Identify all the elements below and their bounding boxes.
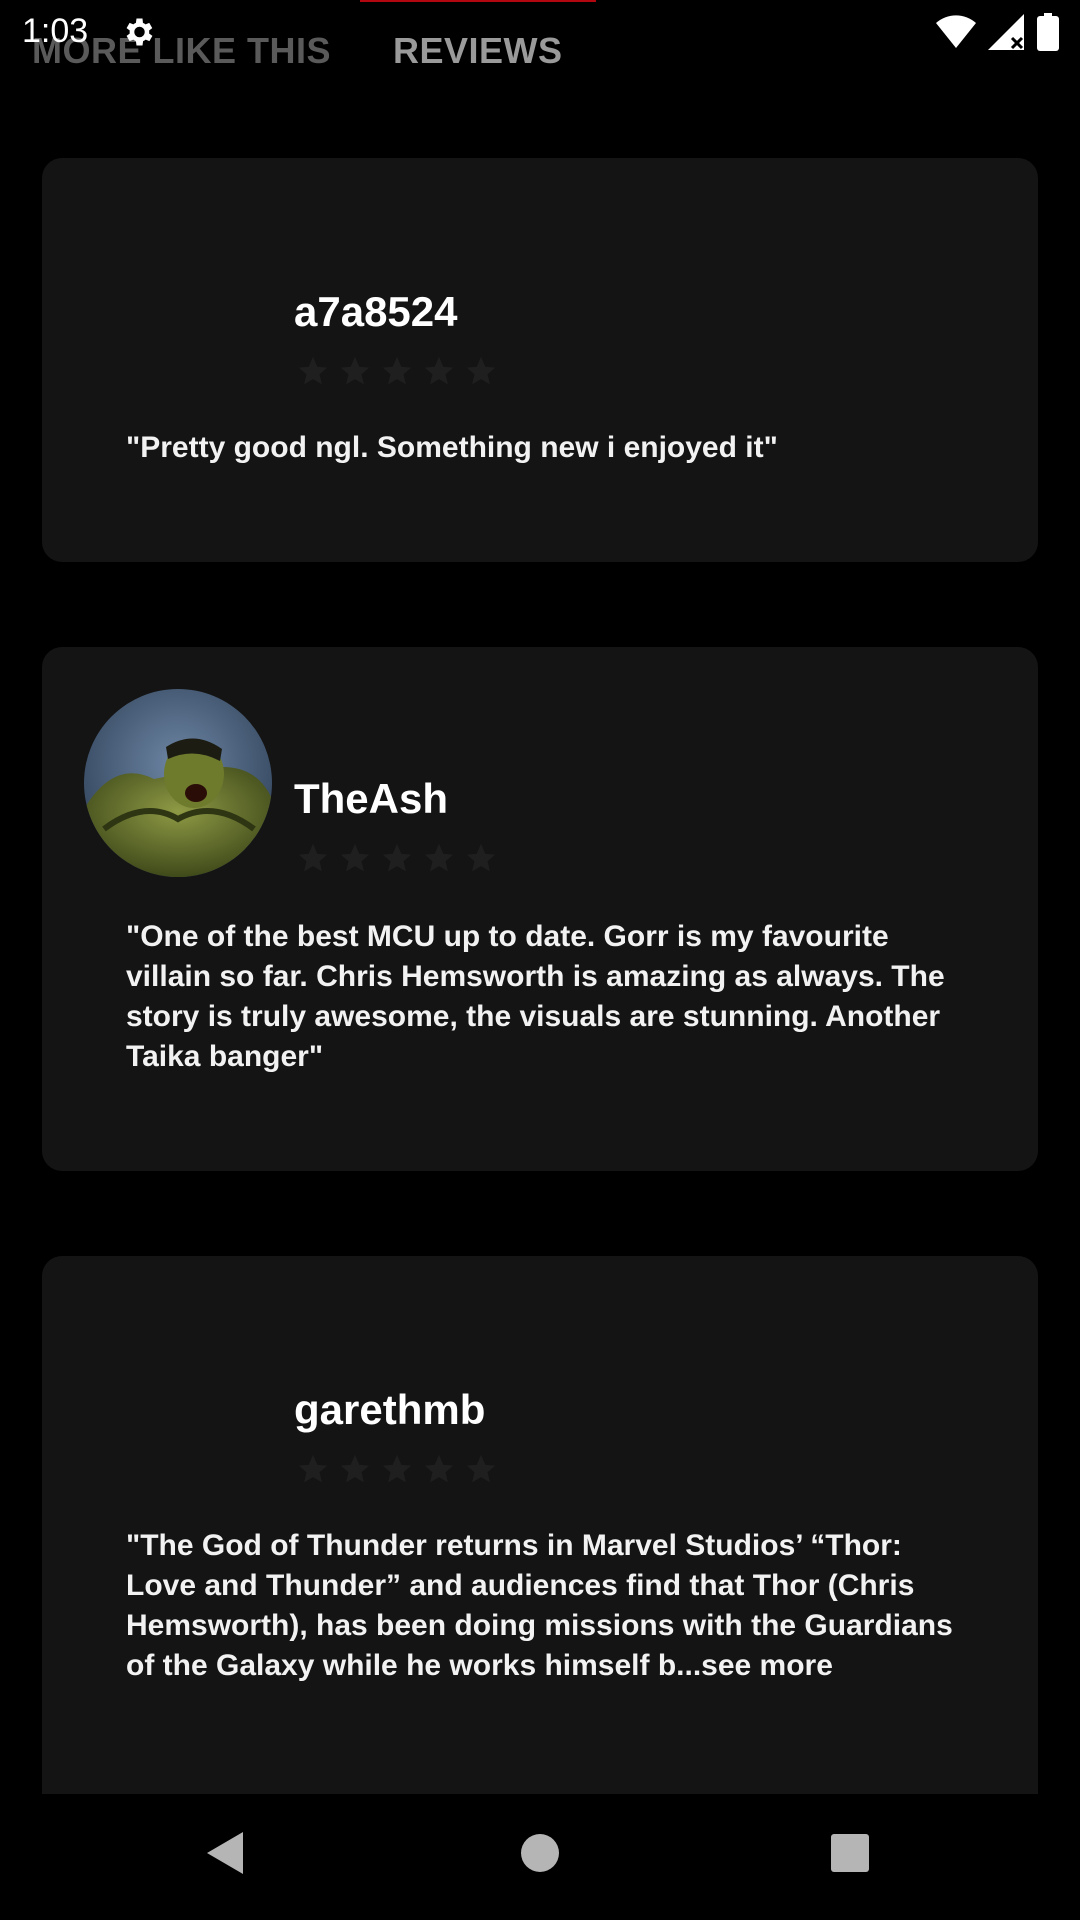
- review-text[interactable]: "The God of Thunder returns in Marvel St…: [126, 1526, 954, 1686]
- star-icon: [340, 1454, 370, 1483]
- star-icon: [424, 843, 454, 872]
- star-icon: [382, 1454, 412, 1483]
- star-icon: [340, 843, 370, 872]
- star-icon: [466, 843, 496, 872]
- review-card: TheAsh "One of the best MCU up to date. …: [42, 647, 1038, 1171]
- review-text: "One of the best MCU up to date. Gorr is…: [126, 920, 945, 1073]
- status-icons: [936, 12, 1060, 52]
- star-icon: [382, 843, 412, 872]
- star-icon: [382, 356, 412, 385]
- home-icon[interactable]: [520, 1830, 560, 1876]
- star-icon: [424, 356, 454, 385]
- status-time: 1:03: [22, 12, 89, 50]
- system-nav-bar: [0, 1794, 1080, 1920]
- reviews-screen: MORE LIKE THIS REVIEWS 1:03 a7a8524 "Pre…: [0, 0, 1080, 1920]
- star-icon: [340, 356, 370, 385]
- hulk-avatar[interactable]: [84, 689, 272, 877]
- star-icon: [466, 1454, 496, 1483]
- wifi-icon: [936, 15, 976, 48]
- star-rating: [296, 1452, 498, 1486]
- star-rating: [296, 841, 498, 875]
- back-icon[interactable]: [205, 1830, 245, 1876]
- review-card: garethmb "The God of Thunder returns in …: [42, 1256, 1038, 1796]
- review-username[interactable]: TheAsh: [294, 775, 448, 823]
- review-username[interactable]: a7a8524: [294, 288, 458, 336]
- review-text: "Pretty good ngl. Something new i enjoye…: [126, 431, 778, 464]
- tab-reviews[interactable]: REVIEWS: [393, 30, 563, 72]
- star-icon: [298, 843, 328, 872]
- battery-icon: [1037, 13, 1059, 51]
- star-rating: [296, 354, 498, 388]
- star-icon: [298, 356, 328, 385]
- tab-bar: MORE LIKE THIS REVIEWS: [0, 0, 1080, 100]
- star-icon: [298, 1454, 328, 1483]
- avatar-image: [84, 689, 272, 877]
- star-icon: [424, 1454, 454, 1483]
- review-card: a7a8524 "Pretty good ngl. Something new …: [42, 158, 1038, 562]
- settings-gear-icon: [126, 18, 153, 46]
- tab-indicator: [360, 0, 596, 2]
- review-username[interactable]: garethmb: [294, 1386, 485, 1434]
- signal-icon: [988, 14, 1024, 50]
- recents-icon[interactable]: [830, 1830, 870, 1876]
- star-icon: [466, 356, 496, 385]
